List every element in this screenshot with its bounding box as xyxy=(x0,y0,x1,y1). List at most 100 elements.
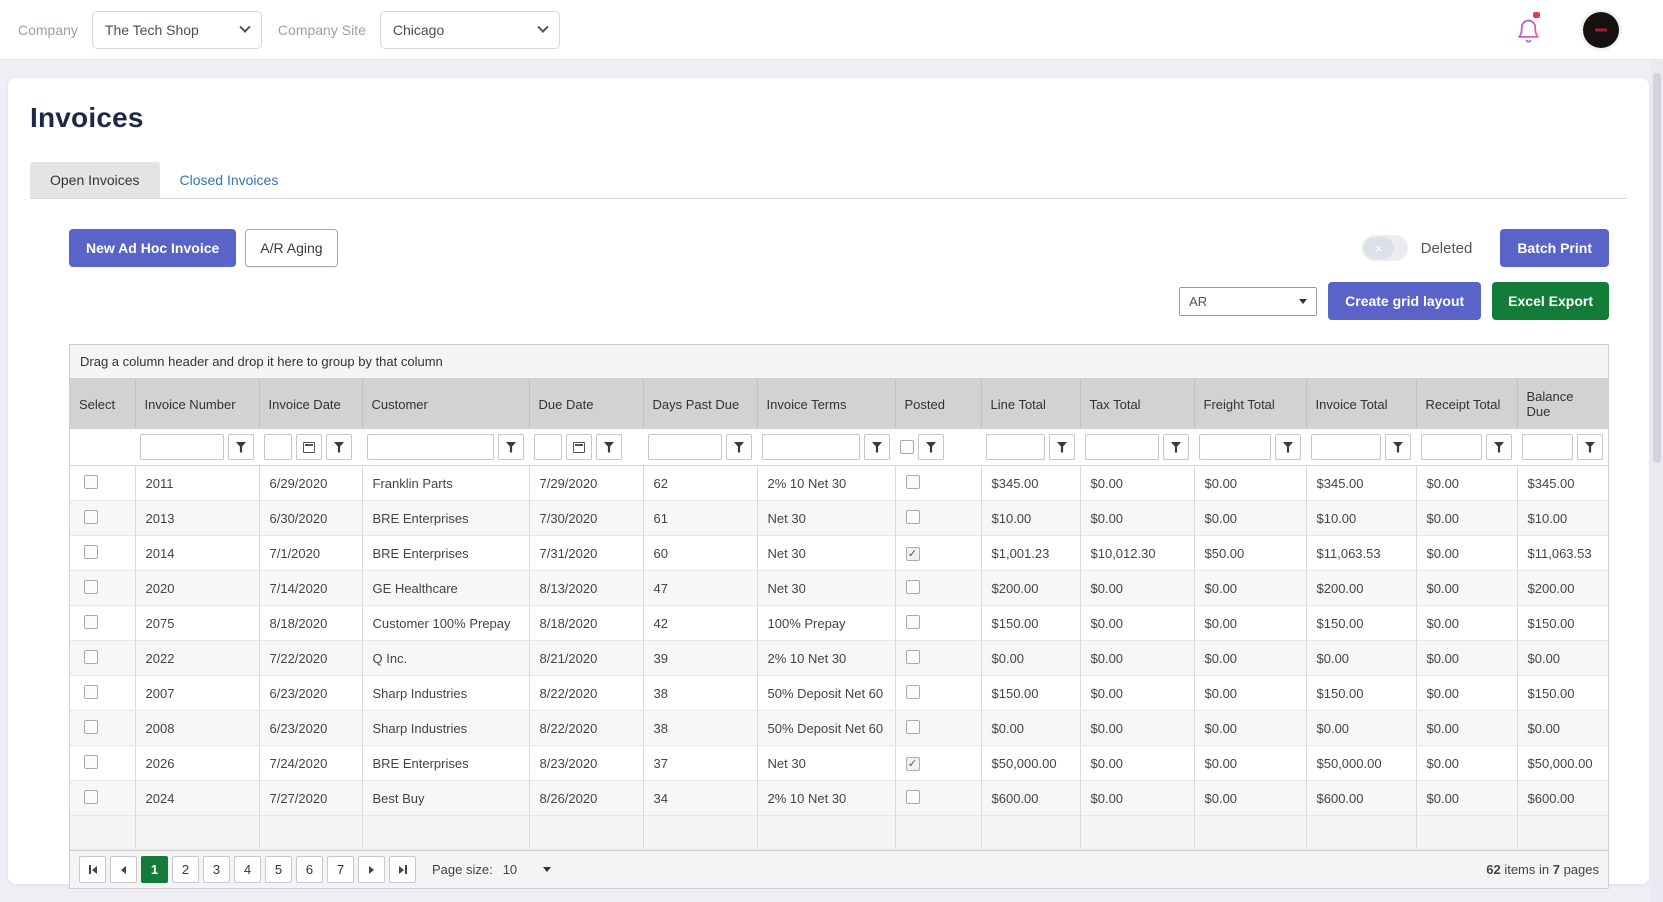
filter-input-customer[interactable] xyxy=(367,434,494,460)
column-header-days-past-due[interactable]: Days Past Due xyxy=(642,379,757,429)
filter-button-days-past-due[interactable] xyxy=(726,434,752,460)
filter-button-invoice-terms[interactable] xyxy=(864,434,890,460)
posted-filter-checkbox[interactable] xyxy=(900,440,914,454)
pager-page-3[interactable]: 3 xyxy=(203,856,230,883)
column-header-posted[interactable]: Posted xyxy=(894,379,981,429)
cell-line-total: $1,001.23 xyxy=(980,535,1080,571)
cell-days-past-due: 37 xyxy=(642,745,757,781)
table-row: 2026 7/24/2020 BRE Enterprises 8/23/2020 37 N… xyxy=(70,745,1608,781)
filter-input-balance-due[interactable] xyxy=(1522,434,1573,460)
posted-checkbox[interactable] xyxy=(905,579,920,594)
page-size-select[interactable]: 10 xyxy=(499,860,555,879)
pager-last-button[interactable] xyxy=(389,856,416,883)
create-grid-layout-button[interactable]: Create grid layout xyxy=(1328,282,1482,320)
row-select-checkbox[interactable] xyxy=(84,719,98,734)
cell-invoice-total: $150.00 xyxy=(1305,605,1416,641)
posted-checkbox[interactable] xyxy=(905,614,920,629)
filter-button-invoice-number[interactable] xyxy=(228,434,254,460)
batch-print-button[interactable]: Batch Print xyxy=(1500,229,1609,267)
date-picker-button[interactable] xyxy=(566,434,592,460)
page-scrollbar[interactable] xyxy=(1651,61,1663,902)
filter-button-customer[interactable] xyxy=(498,434,524,460)
filter-input-tax-total[interactable] xyxy=(1085,434,1159,460)
posted-checkbox[interactable] xyxy=(905,719,920,734)
row-select-checkbox[interactable] xyxy=(84,544,98,559)
cell-invoice-date: 6/29/2020 xyxy=(258,465,362,501)
pager-page-1[interactable]: 1 xyxy=(141,856,168,883)
row-select-checkbox[interactable] xyxy=(84,509,98,524)
filter-input-days-past-due[interactable] xyxy=(648,434,722,460)
filter-button-tax-total[interactable] xyxy=(1163,434,1189,460)
cell-posted xyxy=(894,500,981,536)
tab-open-invoices[interactable]: Open Invoices xyxy=(30,162,160,198)
pager-page-6[interactable]: 6 xyxy=(296,856,323,883)
row-select-checkbox[interactable] xyxy=(84,649,98,664)
scrollbar-thumb[interactable] xyxy=(1653,73,1661,463)
posted-checkbox[interactable] xyxy=(905,789,920,804)
row-select-checkbox[interactable] xyxy=(84,789,98,804)
pager-next-button[interactable] xyxy=(358,856,385,883)
filter-button-receipt-total[interactable] xyxy=(1486,434,1512,460)
cell-tax-total: $0.00 xyxy=(1079,500,1194,536)
date-picker-button[interactable] xyxy=(296,434,322,460)
grid-layout-select[interactable]: AR xyxy=(1179,286,1318,316)
column-header-customer[interactable]: Customer xyxy=(361,379,529,429)
row-select-checkbox[interactable] xyxy=(84,684,98,699)
filter-button-line-total[interactable] xyxy=(1049,434,1075,460)
column-header-invoice-date[interactable]: Invoice Date xyxy=(258,379,362,429)
column-header-invoice-total[interactable]: Invoice Total xyxy=(1305,379,1416,429)
filter-button-due-date[interactable] xyxy=(596,434,622,460)
filter-button-freight-total[interactable] xyxy=(1275,434,1301,460)
deleted-toggle[interactable]: × xyxy=(1361,235,1408,261)
pager-page-2[interactable]: 2 xyxy=(172,856,199,883)
column-header-freight-total[interactable]: Freight Total xyxy=(1193,379,1306,429)
notifications-button[interactable] xyxy=(1515,12,1543,45)
pager-page-7[interactable]: 7 xyxy=(327,856,354,883)
new-ad-hoc-invoice-button[interactable]: New Ad Hoc Invoice xyxy=(69,229,237,267)
column-header-invoice-terms[interactable]: Invoice Terms xyxy=(756,379,895,429)
filter-input-freight-total[interactable] xyxy=(1199,434,1271,460)
filter-input-invoice-terms[interactable] xyxy=(762,434,860,460)
filter-button-posted[interactable] xyxy=(918,434,944,460)
column-header-balance-due[interactable]: Balance Due xyxy=(1516,379,1608,429)
pager-prev-button[interactable] xyxy=(110,856,137,883)
posted-checkbox[interactable]: ✓ xyxy=(905,547,920,562)
dropdown-arrow-icon xyxy=(543,867,552,872)
excel-export-button[interactable]: Excel Export xyxy=(1492,282,1609,320)
filter-input-invoice-date[interactable] xyxy=(264,434,292,460)
pager-page-4[interactable]: 4 xyxy=(234,856,261,883)
filter-cell-receipt-total xyxy=(1416,429,1517,466)
column-header-due-date[interactable]: Due Date xyxy=(528,379,643,429)
posted-checkbox[interactable] xyxy=(905,509,920,524)
column-header-line-total[interactable]: Line Total xyxy=(980,379,1080,429)
filter-button-invoice-total[interactable] xyxy=(1385,434,1411,460)
filter-input-line-total[interactable] xyxy=(986,434,1045,460)
row-select-checkbox[interactable] xyxy=(84,579,98,594)
avatar[interactable] xyxy=(1583,12,1619,48)
column-header-invoice-number[interactable]: Invoice Number xyxy=(134,379,259,429)
column-header-select[interactable]: Select xyxy=(70,379,135,429)
filter-input-invoice-number[interactable] xyxy=(140,434,224,460)
filter-button-balance-due[interactable] xyxy=(1577,434,1603,460)
company-select[interactable]: The Tech Shop xyxy=(91,10,262,49)
column-header-receipt-total[interactable]: Receipt Total xyxy=(1415,379,1517,429)
ar-aging-button[interactable]: A/R Aging xyxy=(245,229,338,267)
filter-input-due-date[interactable] xyxy=(534,434,562,460)
company-site-select[interactable]: Chicago xyxy=(379,10,560,49)
posted-checkbox[interactable] xyxy=(905,684,920,699)
pager-page-5[interactable]: 5 xyxy=(265,856,292,883)
cell-days-past-due: 47 xyxy=(642,570,757,606)
row-select-checkbox[interactable] xyxy=(84,614,98,629)
row-select-checkbox[interactable] xyxy=(84,474,98,489)
table-row: 2014 7/1/2020 BRE Enterprises 7/31/2020 60 Ne… xyxy=(70,535,1608,571)
pager-first-button[interactable] xyxy=(79,856,106,883)
posted-checkbox[interactable] xyxy=(905,649,920,664)
filter-input-receipt-total[interactable] xyxy=(1421,434,1482,460)
column-header-tax-total[interactable]: Tax Total xyxy=(1079,379,1194,429)
posted-checkbox[interactable]: ✓ xyxy=(905,757,920,772)
row-select-checkbox[interactable] xyxy=(84,754,98,769)
tab-closed-invoices[interactable]: Closed Invoices xyxy=(160,162,299,198)
filter-button-invoice-date[interactable] xyxy=(326,434,352,460)
filter-input-invoice-total[interactable] xyxy=(1311,434,1381,460)
posted-checkbox[interactable] xyxy=(905,474,920,489)
